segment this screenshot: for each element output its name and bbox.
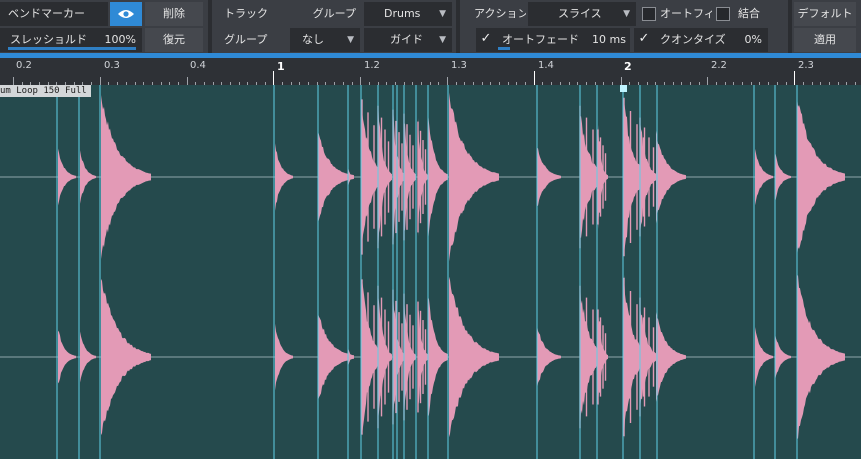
autofade-level-bar xyxy=(498,47,510,50)
ruler-label: 1.2 xyxy=(364,60,380,71)
ruler-label: 2.3 xyxy=(798,60,814,71)
chevron-down-icon: ▼ xyxy=(439,9,446,19)
show-bend-markers-toggle[interactable] xyxy=(110,2,142,26)
ruler-tick xyxy=(187,77,188,85)
restore-button[interactable]: 復元 xyxy=(145,28,203,52)
waveform-transient xyxy=(348,166,354,188)
ruler-label: 1.3 xyxy=(451,60,467,71)
clip-name: um Loop 150 Full xyxy=(0,85,91,97)
quantize-slider[interactable]: ✓ クオンタイズ 0% xyxy=(634,28,768,52)
waveform-transient xyxy=(275,143,293,211)
threshold-slider[interactable]: スレッショルド 100% xyxy=(0,28,142,52)
waveform-transient xyxy=(449,92,499,262)
guide-value: ガイド xyxy=(390,33,423,46)
ruler-tick xyxy=(360,77,361,85)
check-icon[interactable]: ✓ xyxy=(637,32,651,47)
ruler-label: 0.3 xyxy=(104,60,120,71)
delete-button[interactable]: 削除 xyxy=(145,2,203,26)
autofade-label: オートフェード xyxy=(502,33,579,46)
quantize-value: 0% xyxy=(744,33,762,46)
group-label-bottom: グループ xyxy=(224,33,268,46)
default-button[interactable]: デフォルト xyxy=(794,2,856,26)
ruler-label: 2 xyxy=(624,60,632,73)
waveform-transient xyxy=(58,148,76,206)
join-toggle[interactable]: 結合 xyxy=(714,2,786,26)
ruler-label: 1.4 xyxy=(538,60,554,71)
waveform-transient xyxy=(275,323,293,391)
autofill-checkbox[interactable] xyxy=(642,7,656,21)
chevron-down-icon: ▼ xyxy=(439,35,446,45)
ruler-tick xyxy=(621,77,622,85)
ruler-label: 0.2 xyxy=(16,60,32,71)
group-select[interactable]: Drums ▼ xyxy=(364,2,452,26)
group-none-value: なし xyxy=(302,33,324,46)
waveform-transient xyxy=(755,327,773,387)
chevron-down-icon: ▼ xyxy=(623,9,630,19)
waveform-transient xyxy=(80,331,96,383)
ruler-label: 0.4 xyxy=(190,60,206,71)
waveform-transient xyxy=(537,148,561,206)
bend-marker-handle[interactable] xyxy=(620,85,627,92)
group-label-top: グループ xyxy=(312,7,356,20)
toolbar-divider xyxy=(208,0,212,53)
ruler-tick xyxy=(707,77,708,85)
join-checkbox[interactable] xyxy=(716,7,730,21)
waveform-transient xyxy=(755,148,773,206)
toolbar-divider xyxy=(788,0,792,53)
waveform-transient xyxy=(101,278,151,436)
waveform-transient xyxy=(101,95,151,259)
waveform-transient xyxy=(797,275,845,439)
autofade-slider[interactable]: ✓ オートフェード 10 ms xyxy=(476,28,630,52)
action-select[interactable]: スライス ▼ xyxy=(528,2,636,26)
ruler-label: 2.2 xyxy=(711,60,727,71)
audio-bend-editor: ベンドマーカー 削除 スレッショルド 100% 復元 トラック グループ Dru… xyxy=(0,0,861,459)
waveform-transient xyxy=(775,151,791,203)
waveform-display xyxy=(0,85,861,459)
audio-clip[interactable]: um Loop 150 Full xyxy=(0,85,861,459)
check-icon[interactable]: ✓ xyxy=(479,32,493,47)
waveform-transient xyxy=(58,330,76,384)
group-select-value: Drums xyxy=(384,7,421,20)
autofill-toggle[interactable]: オートフィル xyxy=(638,2,712,26)
waveform-transient xyxy=(656,130,686,224)
waveform-transient xyxy=(449,276,499,438)
slice-value: スライス xyxy=(558,7,602,20)
group-none-select[interactable]: なし ▼ xyxy=(290,28,360,52)
waveform-transient xyxy=(428,295,448,419)
ruler-tick xyxy=(534,71,535,85)
waveform-transient xyxy=(656,312,686,402)
bend-marker-label: ベンドマーカー xyxy=(0,2,108,26)
waveform-transient xyxy=(80,150,96,204)
ruler-tick xyxy=(447,77,448,85)
join-label: 結合 xyxy=(738,7,760,20)
autofill-label: オートフィル xyxy=(660,7,712,20)
ruler-label: 1 xyxy=(277,60,285,73)
ruler-tick xyxy=(273,71,274,85)
autofade-value: 10 ms xyxy=(592,33,626,46)
action-label: アクション xyxy=(474,7,526,20)
quantize-label: クオンタイズ xyxy=(660,33,726,46)
waveform-transient xyxy=(797,95,845,259)
apply-button[interactable]: 適用 xyxy=(794,28,856,52)
toolbar-divider xyxy=(456,0,460,53)
waveform-transient xyxy=(537,324,561,390)
ruler-tick xyxy=(794,71,795,85)
timeline-ruler[interactable]: 0.2 0.3 0.4 1 1.2 1.3 1.4 2 2.2 2.3 xyxy=(0,58,861,85)
waveform-transient xyxy=(775,333,791,381)
bend-toolbar: ベンドマーカー 削除 スレッショルド 100% 復元 トラック グループ Dru… xyxy=(0,0,861,53)
chevron-down-icon: ▼ xyxy=(347,35,354,45)
ruler-tick xyxy=(13,77,14,85)
eye-icon xyxy=(118,10,134,18)
ruler-tick xyxy=(100,77,101,85)
track-label: トラック xyxy=(224,7,268,20)
threshold-level-bar xyxy=(8,47,136,50)
waveform-transient xyxy=(428,111,448,243)
waveform-transient xyxy=(348,347,354,367)
guide-select[interactable]: ガイド ▼ xyxy=(364,28,452,52)
